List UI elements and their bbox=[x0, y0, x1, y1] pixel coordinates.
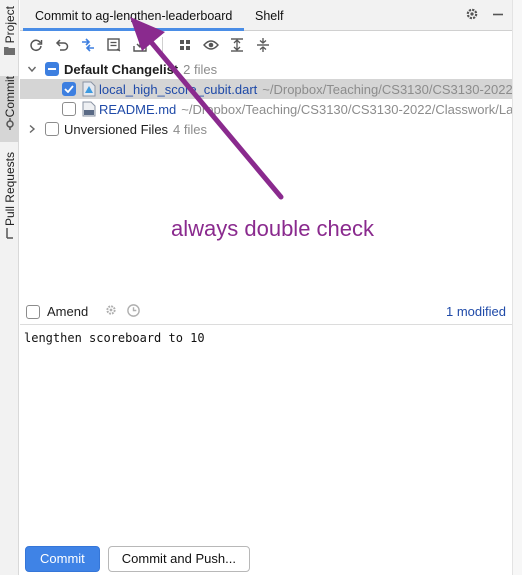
group-by-icon[interactable] bbox=[175, 35, 195, 55]
changelist-checkbox[interactable] bbox=[45, 62, 59, 76]
tab-shelf-label: Shelf bbox=[255, 9, 284, 23]
pull-request-icon bbox=[0, 226, 19, 240]
commit-options-gear-icon[interactable] bbox=[104, 303, 118, 320]
stripe-project-button[interactable]: Project bbox=[0, 6, 19, 68]
changelist-count: 2 files bbox=[183, 61, 218, 77]
commit-icon bbox=[0, 117, 19, 131]
unversioned-row[interactable]: Unversioned Files 4 files bbox=[20, 119, 512, 139]
unversioned-count: 4 files bbox=[173, 121, 208, 137]
amend-row: Amend 1 modified bbox=[20, 299, 512, 325]
commit-button[interactable]: Commit bbox=[25, 546, 100, 572]
file-name: local_high_score_cubit.dart bbox=[99, 81, 258, 97]
changes-tree: Default Changelist 2 files local_high_sc… bbox=[20, 59, 512, 139]
changelist-icon[interactable] bbox=[104, 35, 124, 55]
header-actions bbox=[464, 6, 506, 25]
tab-commit-label: Commit to ag-lengthen-leaderboard bbox=[35, 9, 233, 23]
changes-toolbar bbox=[20, 32, 512, 58]
annotation-text: always double check bbox=[171, 216, 375, 241]
shelve-icon[interactable] bbox=[130, 35, 150, 55]
changelist-name: Default Changelist bbox=[64, 61, 179, 77]
file-row[interactable]: local_high_score_cubit.dart ~/Dropbox/Te… bbox=[20, 79, 512, 99]
left-tool-stripe: Project Commit Pull Requests bbox=[0, 0, 19, 575]
unversioned-name: Unversioned Files bbox=[64, 121, 169, 137]
commit-buttons: Commit Commit and Push... bbox=[25, 546, 250, 572]
chevron-right-icon[interactable] bbox=[26, 123, 38, 135]
tab-shelf[interactable]: Shelf bbox=[243, 0, 296, 31]
right-gutter bbox=[512, 0, 522, 575]
unversioned-checkbox[interactable] bbox=[45, 122, 59, 136]
gear-icon[interactable] bbox=[464, 6, 480, 25]
tab-commit[interactable]: Commit to ag-lengthen-leaderboard bbox=[23, 0, 245, 31]
history-clock-icon[interactable] bbox=[126, 303, 141, 321]
commit-message-editor[interactable]: lengthen scoreboard to 10 bbox=[24, 331, 205, 345]
stripe-commit-label: Commit bbox=[2, 76, 17, 118]
file-path: ~/Dropbox/Teaching/CS3130/CS3130-2022 bbox=[262, 81, 512, 97]
minimize-icon[interactable] bbox=[490, 6, 506, 25]
stripe-commit-button[interactable]: Commit bbox=[0, 76, 19, 142]
toolbar-separator bbox=[162, 37, 163, 53]
dart-file-icon bbox=[82, 81, 96, 97]
chevron-down-icon[interactable] bbox=[26, 63, 38, 75]
rollback-icon[interactable] bbox=[52, 35, 72, 55]
amend-label: Amend bbox=[47, 304, 89, 319]
commit-and-push-button[interactable]: Commit and Push... bbox=[107, 546, 250, 572]
file-row[interactable]: README.md ~/Dropbox/Teaching/CS3130/CS31… bbox=[20, 99, 512, 119]
expand-all-icon[interactable] bbox=[227, 35, 247, 55]
stripe-pull-requests-button[interactable]: Pull Requests bbox=[0, 152, 19, 244]
folder-icon bbox=[0, 43, 19, 57]
eye-icon[interactable] bbox=[201, 35, 221, 55]
changelist-row[interactable]: Default Changelist 2 files bbox=[20, 59, 512, 79]
file-checkbox[interactable] bbox=[62, 82, 76, 96]
stripe-project-label: Project bbox=[2, 6, 17, 44]
file-checkbox[interactable] bbox=[62, 102, 76, 116]
file-path: ~/Dropbox/Teaching/CS3130/CS3130-2022/Cl… bbox=[181, 101, 512, 117]
commit-tool-window: Project Commit Pull Requests Commit to a… bbox=[0, 0, 522, 575]
refresh-icon[interactable] bbox=[26, 35, 46, 55]
stripe-pull-requests-label: Pull Requests bbox=[2, 152, 17, 227]
diff-icon[interactable] bbox=[78, 35, 98, 55]
markdown-file-icon bbox=[82, 101, 96, 117]
amend-checkbox[interactable] bbox=[26, 304, 40, 319]
tool-window-header: Commit to ag-lengthen-leaderboard Shelf bbox=[20, 0, 512, 31]
collapse-all-icon[interactable] bbox=[253, 35, 273, 55]
file-name: README.md bbox=[99, 101, 177, 117]
modified-count-link[interactable]: 1 modified bbox=[446, 304, 506, 319]
